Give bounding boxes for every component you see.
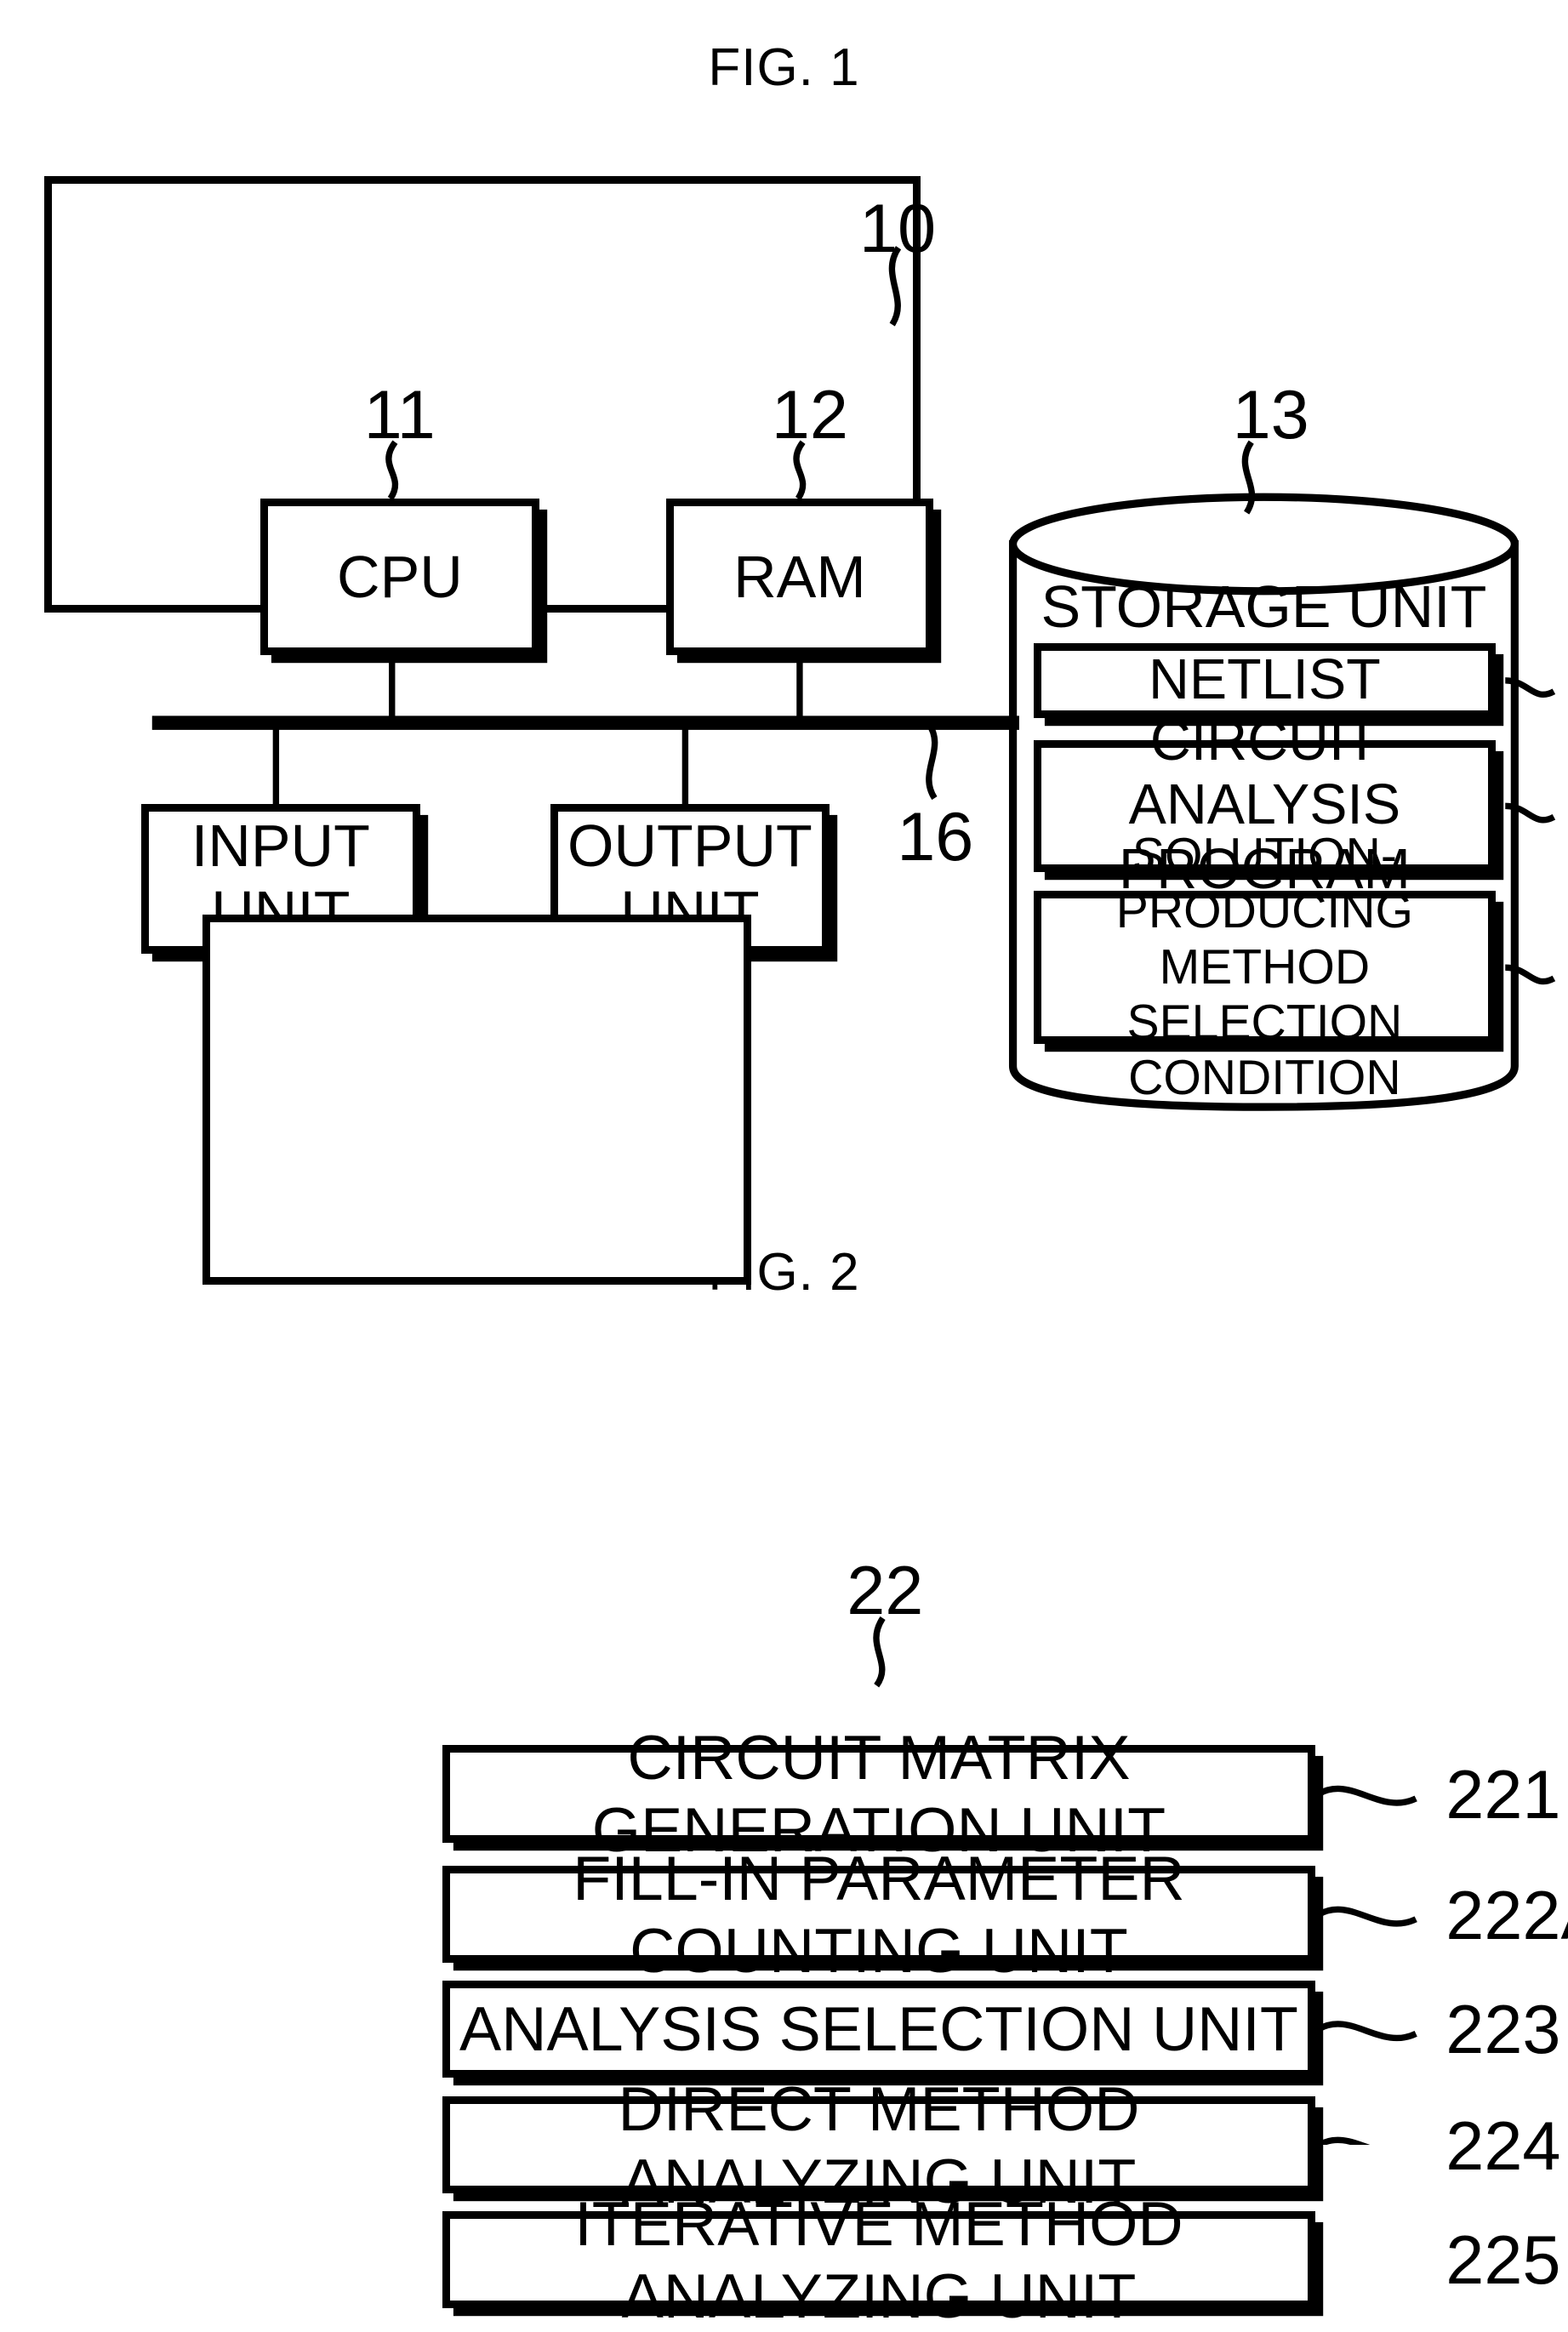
- ref-222A: 222A: [1445, 1877, 1568, 1954]
- ref-225: 225: [1445, 2222, 1561, 2300]
- circuit-analysis-program-label-line1: CIRCUIT ANALYSIS: [1128, 709, 1401, 837]
- ref-10: 10: [858, 190, 937, 267]
- ref-12: 12: [771, 376, 848, 453]
- ram-label: RAM: [733, 544, 866, 610]
- storage-unit-label: STORAGE UNIT: [1041, 573, 1487, 640]
- input-unit-label-line1: INPUT: [191, 812, 370, 879]
- ref-221: 221: [1445, 1756, 1561, 1833]
- analysis-selection-unit-label: ANALYSIS SELECTION UNIT: [459, 1993, 1298, 2065]
- ref-22-fig2: 22: [847, 1553, 924, 1630]
- direct-method-analyzing-unit-box: DIRECT METHOD ANALYZING UNIT: [442, 2073, 1316, 2216]
- solution-condition-label-line1: SOLUTION-PRODUCING: [1115, 829, 1413, 939]
- circuit-matrix-generation-unit-box: CIRCUIT MATRIX GENERATION UNIT: [442, 1722, 1316, 1865]
- fill-in-parameter-counting-unit-box: FILL-IN PARAMETER COUNTING UNIT: [442, 1843, 1316, 1986]
- ref-224: 224: [1445, 2107, 1561, 2185]
- ref-11: 11: [363, 376, 436, 453]
- netlist-box: NETLIST: [1033, 642, 1497, 719]
- ref-16: 16: [897, 798, 974, 875]
- solution-condition-label-line3: CONDITION: [1128, 1050, 1401, 1105]
- figure-1-title: FIG. 1: [708, 38, 860, 97]
- output-unit-label-line1: OUTPUT: [567, 812, 813, 879]
- cpu-label: CPU: [337, 544, 463, 610]
- netlist-label: NETLIST: [1149, 648, 1381, 712]
- ref-13: 13: [1232, 376, 1309, 453]
- iterative-method-analyzing-unit-label: ITERATIVE METHOD ANALYZING UNIT: [574, 2187, 1183, 2331]
- cpu-box: CPU: [259, 499, 539, 656]
- circuit-analysis-program-frame-22: [202, 915, 751, 1285]
- fill-in-parameter-counting-unit-label: FILL-IN PARAMETER COUNTING UNIT: [573, 1843, 1185, 1987]
- solution-producing-method-selection-condition-box: SOLUTION-PRODUCING METHOD SELECTION COND…: [1033, 829, 1497, 1105]
- analysis-selection-unit-box: ANALYSIS SELECTION UNIT: [442, 1980, 1316, 2078]
- iterative-method-analyzing-unit-box: ITERATIVE METHOD ANALYZING UNIT: [442, 2188, 1316, 2331]
- ram-box: RAM: [666, 499, 933, 656]
- ref-223: 223: [1445, 1992, 1561, 2069]
- solution-condition-label-line2: METHOD SELECTION: [1126, 939, 1403, 1050]
